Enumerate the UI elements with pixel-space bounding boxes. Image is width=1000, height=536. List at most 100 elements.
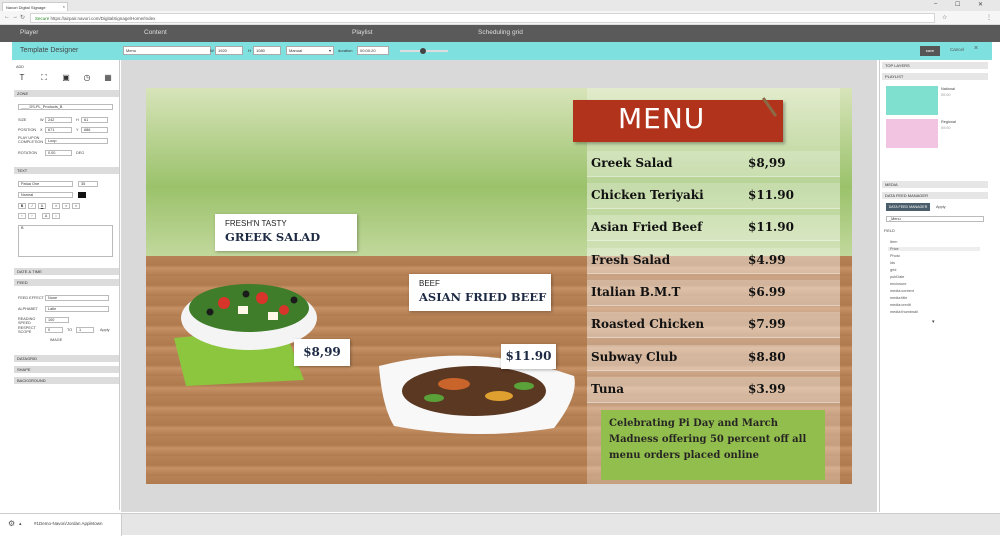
close-designer-icon[interactable]: × — [974, 45, 978, 52]
forward-icon[interactable]: → — [12, 14, 18, 20]
field-item[interactable]: media:title — [890, 296, 907, 300]
back-icon[interactable]: ← — [4, 14, 10, 20]
field-item[interactable]: media:thumbnail — [890, 310, 918, 314]
menu-row[interactable]: Chicken Teriyaki $11.90 — [587, 183, 840, 209]
font-family-select[interactable]: Patua One — [18, 181, 73, 187]
menu-row[interactable]: Greek Salad $8,99 — [587, 151, 840, 177]
duration-input[interactable]: 00:00:20 — [357, 46, 389, 55]
asian-fried-beef-card[interactable]: BEEF ASIAN FRIED BEEF — [409, 274, 551, 311]
add-clock-icon[interactable]: ◷ — [82, 73, 92, 83]
field-item[interactable]: grid — [890, 268, 896, 272]
width-input[interactable]: 1920 — [215, 46, 243, 55]
font-style-select[interactable]: Normal — [18, 192, 73, 198]
add-zone-icon[interactable]: ⛶ — [39, 73, 49, 83]
menu-row[interactable]: Roasted Chicken $7.99 — [587, 312, 840, 338]
zone-section[interactable]: ZONE — [14, 90, 119, 97]
greek-salad-card[interactable]: FRESH'N TASTY GREEK SALAD — [215, 214, 357, 251]
datetime-section[interactable]: DATE & TIME — [14, 268, 119, 275]
alphabet-select[interactable]: Latin — [45, 306, 109, 312]
tab-scheduling-grid[interactable]: Scheduling grid — [478, 29, 523, 36]
media-header[interactable]: MEDIA — [882, 181, 988, 188]
playlist-header[interactable]: PLAYLIST — [882, 73, 988, 80]
mode-select[interactable]: Manual ▾ — [286, 46, 334, 55]
shape-section[interactable]: SHAPE — [14, 366, 119, 373]
maximize-icon[interactable]: ☐ — [955, 1, 960, 8]
respect-scope-from-input[interactable]: 0 — [45, 327, 63, 333]
menu-row[interactable]: Italian B.M.T $6.99 — [587, 280, 840, 306]
reload-icon[interactable]: ↻ — [20, 14, 25, 21]
menu-title[interactable]: MENU — [618, 102, 705, 135]
indent-left-icon[interactable]: ‹ — [18, 213, 26, 219]
zone-name-input[interactable]: ____DS-PL_Products_B — [18, 104, 113, 110]
apply-feed-button[interactable]: Apply — [936, 205, 946, 209]
feed-effect-select[interactable]: None — [45, 295, 109, 301]
data-feed-header[interactable]: DATA FEED MANAGER — [882, 192, 988, 199]
menu-board-preview[interactable]: MENU Greek Salad $8,99 Chicken Teriyaki … — [146, 88, 852, 484]
letter-spacing-icon[interactable]: A — [42, 213, 50, 219]
playlist-thumb-national[interactable] — [886, 86, 938, 115]
menu-dots-icon[interactable]: ⋮ — [986, 14, 992, 21]
asian-beef-price-tag[interactable]: $11.90 — [501, 344, 556, 369]
position-x-input[interactable]: 671 — [45, 127, 72, 133]
add-text-icon[interactable]: T — [17, 73, 27, 83]
align-left-icon[interactable]: ≡ — [52, 203, 60, 209]
reading-speed-input[interactable]: 100 — [45, 317, 69, 323]
promo-box[interactable]: Celebrating Pi Day and March Madness off… — [601, 410, 825, 480]
apply-button[interactable]: Apply — [100, 328, 110, 332]
line-height-icon[interactable]: ↕ — [52, 213, 60, 219]
feed-select[interactable]: _Menu — [886, 216, 984, 222]
size-width-input[interactable]: 242 — [45, 117, 72, 123]
close-tab-icon[interactable]: × — [63, 4, 65, 9]
menu-row[interactable]: Subway Club $8.80 — [587, 345, 840, 371]
template-name-input[interactable]: Menu — [123, 46, 211, 55]
font-color-swatch[interactable] — [78, 192, 86, 198]
field-item[interactable]: enclosure — [890, 282, 906, 286]
background-section[interactable]: BACKGROUND — [14, 377, 119, 384]
chevron-up-icon[interactable]: ▴ — [19, 521, 22, 527]
playlist-thumb-regional[interactable] — [886, 119, 938, 148]
menu-row[interactable]: Asian Fried Beef $11.90 — [587, 215, 840, 241]
menu-row[interactable]: Fresh Salad $4.99 — [587, 248, 840, 274]
browser-tab[interactable]: Navori Digital Signage × — [2, 2, 68, 11]
add-media-icon[interactable]: ▣ — [61, 73, 71, 83]
top-layers-header[interactable]: TOP LAYERS — [882, 62, 988, 69]
scroll-down-icon[interactable]: ▾ — [932, 319, 935, 325]
italic-icon[interactable]: I — [28, 203, 36, 209]
save-button[interactable]: save — [920, 46, 940, 56]
font-size-input[interactable]: 35 — [78, 181, 98, 187]
feed-section[interactable]: FEED — [14, 279, 119, 286]
greek-salad-image[interactable] — [164, 268, 344, 388]
text-section[interactable]: TEXT — [14, 167, 119, 174]
bold-icon[interactable]: B — [18, 203, 26, 209]
text-content-area[interactable]: B — [18, 225, 113, 257]
rotation-input[interactable]: 0.00 — [45, 150, 72, 156]
play-upon-select[interactable]: Loop — [45, 138, 108, 144]
height-input[interactable]: 1080 — [253, 46, 281, 55]
gear-icon[interactable]: ⚙ — [8, 519, 15, 528]
star-icon[interactable]: ☆ — [942, 14, 947, 21]
cancel-button[interactable]: Cancel — [950, 47, 964, 52]
field-item[interactable]: Ids — [890, 261, 895, 265]
menu-row[interactable]: Tuna $3.99 — [587, 377, 840, 403]
field-item[interactable]: pubDate — [890, 275, 904, 279]
minimize-icon[interactable]: – — [934, 1, 937, 7]
field-item[interactable]: media:credit — [890, 303, 911, 307]
underline-icon[interactable]: U — [38, 203, 46, 209]
field-item-selected[interactable]: Price — [888, 247, 980, 251]
size-height-input[interactable]: 61 — [81, 117, 108, 123]
data-feed-manager-button[interactable]: DATA FEED MANAGER — [886, 203, 930, 211]
tab-playlist[interactable]: Playlist — [352, 29, 373, 36]
align-right-icon[interactable]: ≡ — [72, 203, 80, 209]
position-y-input[interactable]: 686 — [81, 127, 108, 133]
align-center-icon[interactable]: ≡ — [62, 203, 70, 209]
field-item[interactable]: Item — [890, 240, 897, 244]
add-grid-icon[interactable]: ▦ — [103, 73, 113, 83]
field-item[interactable]: media:content — [890, 289, 914, 293]
slider-handle[interactable] — [420, 48, 426, 54]
url-field[interactable]: Secure https://airpair.navori.com/Digita… — [30, 13, 935, 23]
close-window-icon[interactable]: ✕ — [978, 1, 983, 8]
indent-right-icon[interactable]: › — [28, 213, 36, 219]
tab-player[interactable]: Player — [20, 29, 38, 36]
respect-scope-to-input[interactable]: 1 — [76, 327, 94, 333]
tab-content[interactable]: Content — [144, 29, 167, 36]
